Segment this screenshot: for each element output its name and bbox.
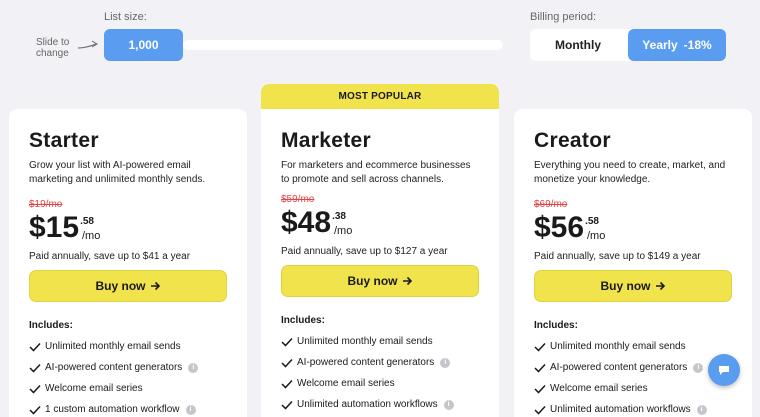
check-icon: [534, 363, 546, 373]
info-icon[interactable]: i: [188, 362, 199, 373]
includes-heading: Includes:: [29, 320, 73, 331]
arrow-right-icon: [150, 281, 160, 291]
plan-card-marketer: Marketer For marketers and ecommerce bus…: [261, 109, 499, 417]
buy-now-label: Buy now: [95, 279, 146, 293]
includes-heading: Includes:: [281, 315, 325, 326]
check-icon: [29, 342, 41, 352]
slide-hint: Slide to change: [36, 37, 70, 59]
feature-label: Welcome email series: [550, 383, 648, 394]
feature-label: Unlimited automation workflows: [550, 404, 691, 415]
feature-item: 1 custom automation workflow i: [29, 404, 227, 415]
arrow-right-icon: [402, 276, 412, 286]
plan-description: Grow your list with AI-powered email mar…: [29, 160, 206, 185]
price-cents: .58: [585, 216, 599, 227]
buy-now-button[interactable]: Buy now: [29, 270, 227, 302]
feature-label: 1 custom automation workflow: [45, 404, 180, 415]
billing-yearly-option[interactable]: Yearly -18%: [628, 29, 726, 61]
arrow-right-icon: [655, 281, 665, 291]
price-period: /mo: [586, 230, 606, 242]
info-icon[interactable]: i: [440, 357, 451, 368]
plan-description: Everything you need to create, market, a…: [534, 160, 726, 185]
plan-name: Marketer: [281, 129, 371, 152]
billing-period-label: Billing period:: [530, 11, 597, 23]
feature-item: Unlimited monthly email sends: [281, 336, 479, 347]
list-size-slider-handle[interactable]: 1,000: [104, 29, 183, 61]
info-icon[interactable]: i: [696, 404, 707, 415]
check-icon: [29, 384, 41, 394]
feature-label: Unlimited monthly email sends: [297, 336, 433, 347]
check-icon: [534, 342, 546, 352]
includes-heading: Includes:: [534, 320, 578, 331]
feature-item: Welcome email series: [534, 383, 732, 394]
hint-arrow-icon: [77, 40, 98, 49]
feature-label: Unlimited monthly email sends: [45, 341, 181, 352]
check-icon: [281, 337, 293, 347]
feature-label: AI-powered content generators: [550, 362, 688, 373]
price-amount: $56: [534, 211, 585, 244]
plan-description: For marketers and ecommerce businesses t…: [281, 160, 471, 185]
price-cents: .58: [80, 216, 94, 227]
yearly-discount: -18%: [683, 38, 712, 52]
feature-item: AI-powered content generators i: [29, 362, 227, 373]
check-icon: [29, 363, 41, 373]
check-icon: [281, 379, 293, 389]
feature-item: Unlimited monthly email sends: [29, 341, 227, 352]
price: $48 .38 /mo: [281, 208, 479, 242]
list-size-label: List size:: [104, 11, 147, 23]
feature-item: Welcome email series: [281, 378, 479, 389]
feature-label: Unlimited automation workflows: [297, 399, 438, 410]
check-icon: [29, 405, 41, 415]
price-period: /mo: [81, 230, 101, 242]
savings-note: Paid annually, save up to $127 a year: [281, 246, 448, 257]
list-size-slider-track[interactable]: [183, 40, 503, 50]
info-icon[interactable]: i: [693, 362, 704, 373]
price-cents: .38: [332, 211, 346, 222]
plan-name: Starter: [29, 129, 99, 152]
price-period: /mo: [333, 225, 353, 237]
yearly-label: Yearly: [642, 38, 678, 52]
feature-label: AI-powered content generators: [297, 357, 435, 368]
check-icon: [281, 358, 293, 368]
chat-button[interactable]: [708, 354, 740, 386]
feature-label: AI-powered content generators: [45, 362, 183, 373]
most-popular-badge: MOST POPULAR: [261, 84, 499, 109]
chat-icon: [719, 365, 729, 375]
price-amount: $15: [29, 211, 80, 244]
buy-now-label: Buy now: [600, 279, 651, 293]
check-icon: [281, 400, 293, 410]
info-icon[interactable]: i: [185, 404, 196, 415]
feature-item: Unlimited monthly email sends: [534, 341, 732, 352]
billing-monthly-option[interactable]: Monthly: [530, 29, 626, 61]
savings-note: Paid annually, save up to $149 a year: [534, 251, 701, 262]
buy-now-button[interactable]: Buy now: [281, 265, 479, 297]
check-icon: [534, 384, 546, 394]
feature-item: Unlimited automation workflows i: [534, 404, 732, 415]
info-icon[interactable]: i: [443, 399, 454, 410]
feature-label: Welcome email series: [45, 383, 143, 394]
feature-item: Unlimited automation workflows i: [281, 399, 479, 410]
feature-label: Welcome email series: [297, 378, 395, 389]
feature-item: Welcome email series: [29, 383, 227, 394]
price-amount: $48: [281, 206, 332, 239]
buy-now-label: Buy now: [347, 274, 398, 288]
buy-now-button[interactable]: Buy now: [534, 270, 732, 302]
price: $15 .58 /mo: [29, 213, 227, 247]
feature-item: AI-powered content generators i: [534, 362, 732, 373]
plan-name: Creator: [534, 129, 611, 152]
plan-card-starter: Starter Grow your list with AI-powered e…: [9, 109, 247, 417]
feature-label: Unlimited monthly email sends: [550, 341, 686, 352]
savings-note: Paid annually, save up to $41 a year: [29, 251, 191, 262]
feature-item: AI-powered content generators i: [281, 357, 479, 368]
billing-period-toggle: Monthly Yearly -18%: [530, 29, 726, 61]
price: $56 .58 /mo: [534, 213, 732, 247]
check-icon: [534, 405, 546, 415]
